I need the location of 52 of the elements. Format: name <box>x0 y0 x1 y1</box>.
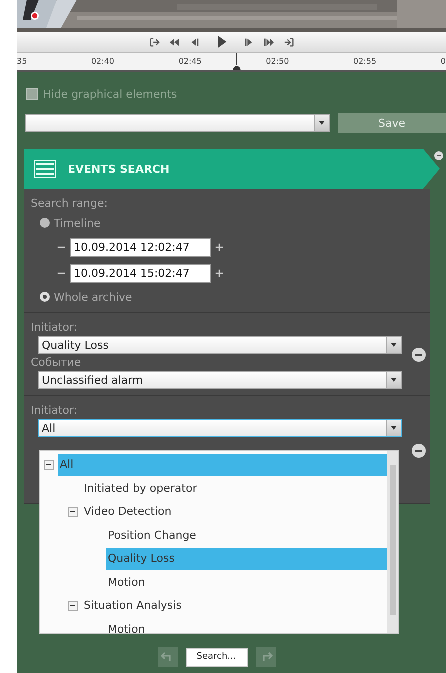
step-forward-icon[interactable] <box>244 36 255 48</box>
remove-icon[interactable] <box>412 348 426 362</box>
scrollbar[interactable] <box>387 451 398 633</box>
time-label: 02:40 <box>91 57 115 66</box>
skip-end-icon[interactable] <box>284 36 295 48</box>
tree-item[interactable]: Motion <box>106 571 387 594</box>
checkbox-label: Hide graphical elements <box>43 88 178 100</box>
checkbox[interactable] <box>26 88 38 100</box>
date-field[interactable]: 10.09.2014 15:02:47 <box>70 264 211 282</box>
radio-label: Whole archive <box>54 290 132 304</box>
caret-icon <box>319 121 325 125</box>
caret-icon <box>391 378 397 382</box>
collapse-icon[interactable] <box>68 600 78 611</box>
tree-item[interactable]: Quality Loss <box>106 548 387 570</box>
section-label: Search range: <box>31 197 109 210</box>
date-field[interactable]: 10.09.2014 12:02:47 <box>70 238 211 256</box>
playhead-icon[interactable] <box>232 53 242 70</box>
field-label: Initiator: <box>31 321 78 334</box>
tree-item[interactable]: Video Detection <box>82 500 387 523</box>
tree-item[interactable]: Motion <box>106 618 387 633</box>
radio-button[interactable] <box>40 218 50 228</box>
caret-icon <box>391 343 397 347</box>
time-label: 0 <box>440 57 446 66</box>
field-label: Событие <box>31 356 82 369</box>
time-label: 02:45 <box>178 57 202 66</box>
tree-item[interactable]: Position Change <box>106 524 387 546</box>
radio-button[interactable] <box>40 292 50 302</box>
plus-icon[interactable] <box>215 242 224 252</box>
fast-rewind-icon[interactable] <box>169 36 180 48</box>
time-label: 02:50 <box>266 57 290 66</box>
initiator-dropdown[interactable]: All <box>38 419 402 437</box>
search-button[interactable]: Search... <box>186 648 248 666</box>
tree-item[interactable]: Initiated by operator <box>82 477 387 500</box>
fast-forward-icon[interactable] <box>264 36 275 48</box>
field-label: Initiator: <box>31 404 78 417</box>
skip-start-icon[interactable] <box>149 36 160 48</box>
panel-title: EVENTS SEARCH <box>68 162 170 176</box>
caret-icon <box>391 426 397 430</box>
plus-icon[interactable] <box>215 268 224 278</box>
event-dropdown[interactable]: Unclassified alarm <box>38 371 402 389</box>
step-back-icon[interactable] <box>189 36 200 48</box>
tree-item[interactable]: All <box>58 454 387 476</box>
remove-icon[interactable] <box>412 444 426 458</box>
time-label: 02:55 <box>354 57 377 66</box>
record-indicator-icon <box>30 11 40 21</box>
collapse-icon[interactable] <box>68 506 78 517</box>
tree-item[interactable]: Situation Analysis <box>82 594 387 617</box>
radio-label: Timeline <box>54 216 101 230</box>
calendar-icon <box>34 160 56 178</box>
initiator-dropdown[interactable]: Quality Loss <box>38 336 402 354</box>
time-label: 35 <box>17 57 28 66</box>
collapse-icon[interactable] <box>44 460 54 470</box>
